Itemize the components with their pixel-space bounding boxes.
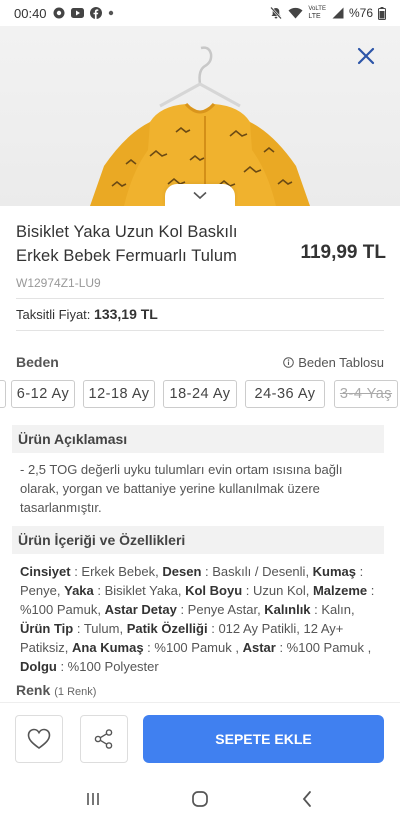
volte-label: VoLTE xyxy=(308,6,326,12)
add-to-cart-button[interactable]: SEPETE EKLE xyxy=(143,715,384,763)
feature-key: Ürün Tip xyxy=(20,621,74,636)
features-text: Cinsiyet : Erkek Bebek, Desen : Baskılı … xyxy=(20,564,375,674)
heart-icon xyxy=(27,728,51,749)
size-option[interactable]: 18-24 Ay xyxy=(163,380,237,408)
description-title: Ürün Açıklaması xyxy=(12,425,384,453)
size-option[interactable] xyxy=(0,380,6,408)
signal-icon xyxy=(331,7,344,19)
color-label: Renk xyxy=(16,682,51,698)
description-text: - 2,5 TOG değerli uyku tulumları evin or… xyxy=(20,462,343,515)
info-icon xyxy=(283,356,295,368)
size-option-label: 12-18 Ay xyxy=(88,386,150,402)
feature-key: Kumaş xyxy=(312,564,357,579)
collapse-image-button[interactable] xyxy=(165,184,235,206)
color-count: (1 Renk) xyxy=(54,686,97,698)
garment-illustration xyxy=(90,46,310,206)
battery-percent: %76 xyxy=(348,6,373,20)
share-icon xyxy=(94,729,113,749)
feature-value: %100 Pamuk xyxy=(20,602,98,617)
feature-value: Penye Astar xyxy=(187,602,258,617)
feature-key: Yaka xyxy=(64,583,94,598)
product-sku: W12974Z1-LU9 xyxy=(16,276,101,290)
product-image[interactable] xyxy=(0,26,400,206)
color-section: Renk (1 Renk) xyxy=(16,682,96,698)
notification-dot-icon xyxy=(108,10,114,16)
feature-value: %100 Pamuk xyxy=(154,640,236,655)
home-icon xyxy=(192,791,208,807)
size-option-unavailable[interactable]: 3-4 Yaş xyxy=(334,380,398,408)
feature-value: %100 Polyester xyxy=(67,659,159,674)
feature-value: Baskılı / Desenli xyxy=(212,564,306,579)
lte-indicator: VoLTE LTE xyxy=(308,6,326,20)
feature-value: Kalın xyxy=(321,602,352,617)
feature-key: Malzeme xyxy=(312,583,368,598)
back-icon xyxy=(302,791,311,807)
status-time: 00:40 xyxy=(14,5,47,21)
close-button[interactable] xyxy=(354,44,378,68)
size-option[interactable]: 24-36 Ay xyxy=(245,380,325,408)
recents-button[interactable] xyxy=(73,784,113,814)
status-bar: 00:40 VoLTE LTE %76 xyxy=(0,0,400,26)
feature-key: Astar Detay xyxy=(104,602,177,617)
favorite-button[interactable] xyxy=(15,715,63,763)
feature-key: Desen xyxy=(162,564,202,579)
divider xyxy=(16,298,384,299)
feature-key: Astar xyxy=(242,640,276,655)
product-title: Bisiklet Yaka Uzun Kol Baskılı Erkek Beb… xyxy=(16,223,238,265)
feature-key: Cinsiyet xyxy=(20,564,71,579)
size-option-label: 24-36 Ay xyxy=(254,386,316,402)
back-button[interactable] xyxy=(287,784,327,814)
action-bar: SEPETE EKLE xyxy=(0,702,400,776)
wifi-icon xyxy=(288,7,303,19)
installment-label: Taksitli Fiyat: xyxy=(16,307,91,322)
size-table-link[interactable]: Beden Tablosu xyxy=(283,355,384,370)
size-option-label: 3-4 Yaş xyxy=(339,386,393,402)
feature-key: Patik Özelliği xyxy=(126,621,208,636)
battery-icon xyxy=(378,6,386,20)
share-button[interactable] xyxy=(80,715,128,763)
feature-value: Tulum xyxy=(83,621,120,636)
feature-key: Ana Kumaş xyxy=(72,640,144,655)
feature-value: Erkek Bebek xyxy=(81,564,156,579)
feature-value: Penye xyxy=(20,583,57,598)
close-icon xyxy=(357,47,375,65)
product-header: Bisiklet Yaka Uzun Kol Baskılı Erkek Beb… xyxy=(16,220,386,268)
mute-icon xyxy=(269,6,283,20)
size-selector: 6-12 Ay 12-18 Ay 18-24 Ay 24-36 Ay 3-4 Y… xyxy=(0,380,400,408)
size-option[interactable]: 6-12 Ay xyxy=(11,380,75,408)
product-price: 119,99 TL xyxy=(300,242,386,263)
home-button[interactable] xyxy=(180,784,220,814)
size-table-label: Beden Tablosu xyxy=(298,354,384,370)
size-header: Beden Beden Tablosu xyxy=(16,352,384,372)
chevron-down-icon xyxy=(193,191,207,199)
facebook-icon xyxy=(89,7,102,19)
size-label: Beden xyxy=(16,354,59,370)
recents-icon xyxy=(87,793,100,805)
youtube-icon xyxy=(70,8,84,18)
system-nav-bar xyxy=(0,776,400,822)
feature-key: Kalınlık xyxy=(264,602,311,617)
feature-key: Dolgu xyxy=(20,659,57,674)
size-option-label: 6-12 Ay xyxy=(16,386,70,402)
chrome-icon xyxy=(53,7,65,19)
size-option-label: 18-24 Ay xyxy=(169,386,231,402)
installment-price-row: Taksitli Fiyat: 133,19 TL xyxy=(16,306,158,322)
size-option[interactable]: 12-18 Ay xyxy=(83,380,155,408)
divider xyxy=(16,330,384,331)
feature-key: Kol Boyu xyxy=(185,583,243,598)
feature-value: %100 Pamuk xyxy=(286,640,368,655)
feature-value: Uzun Kol xyxy=(252,583,306,598)
feature-value: Bisiklet Yaka xyxy=(104,583,178,598)
features-title: Ürün İçeriği ve Özellikleri xyxy=(12,526,384,554)
lte-label: LTE xyxy=(308,13,321,20)
installment-price: 133,19 TL xyxy=(94,306,158,322)
